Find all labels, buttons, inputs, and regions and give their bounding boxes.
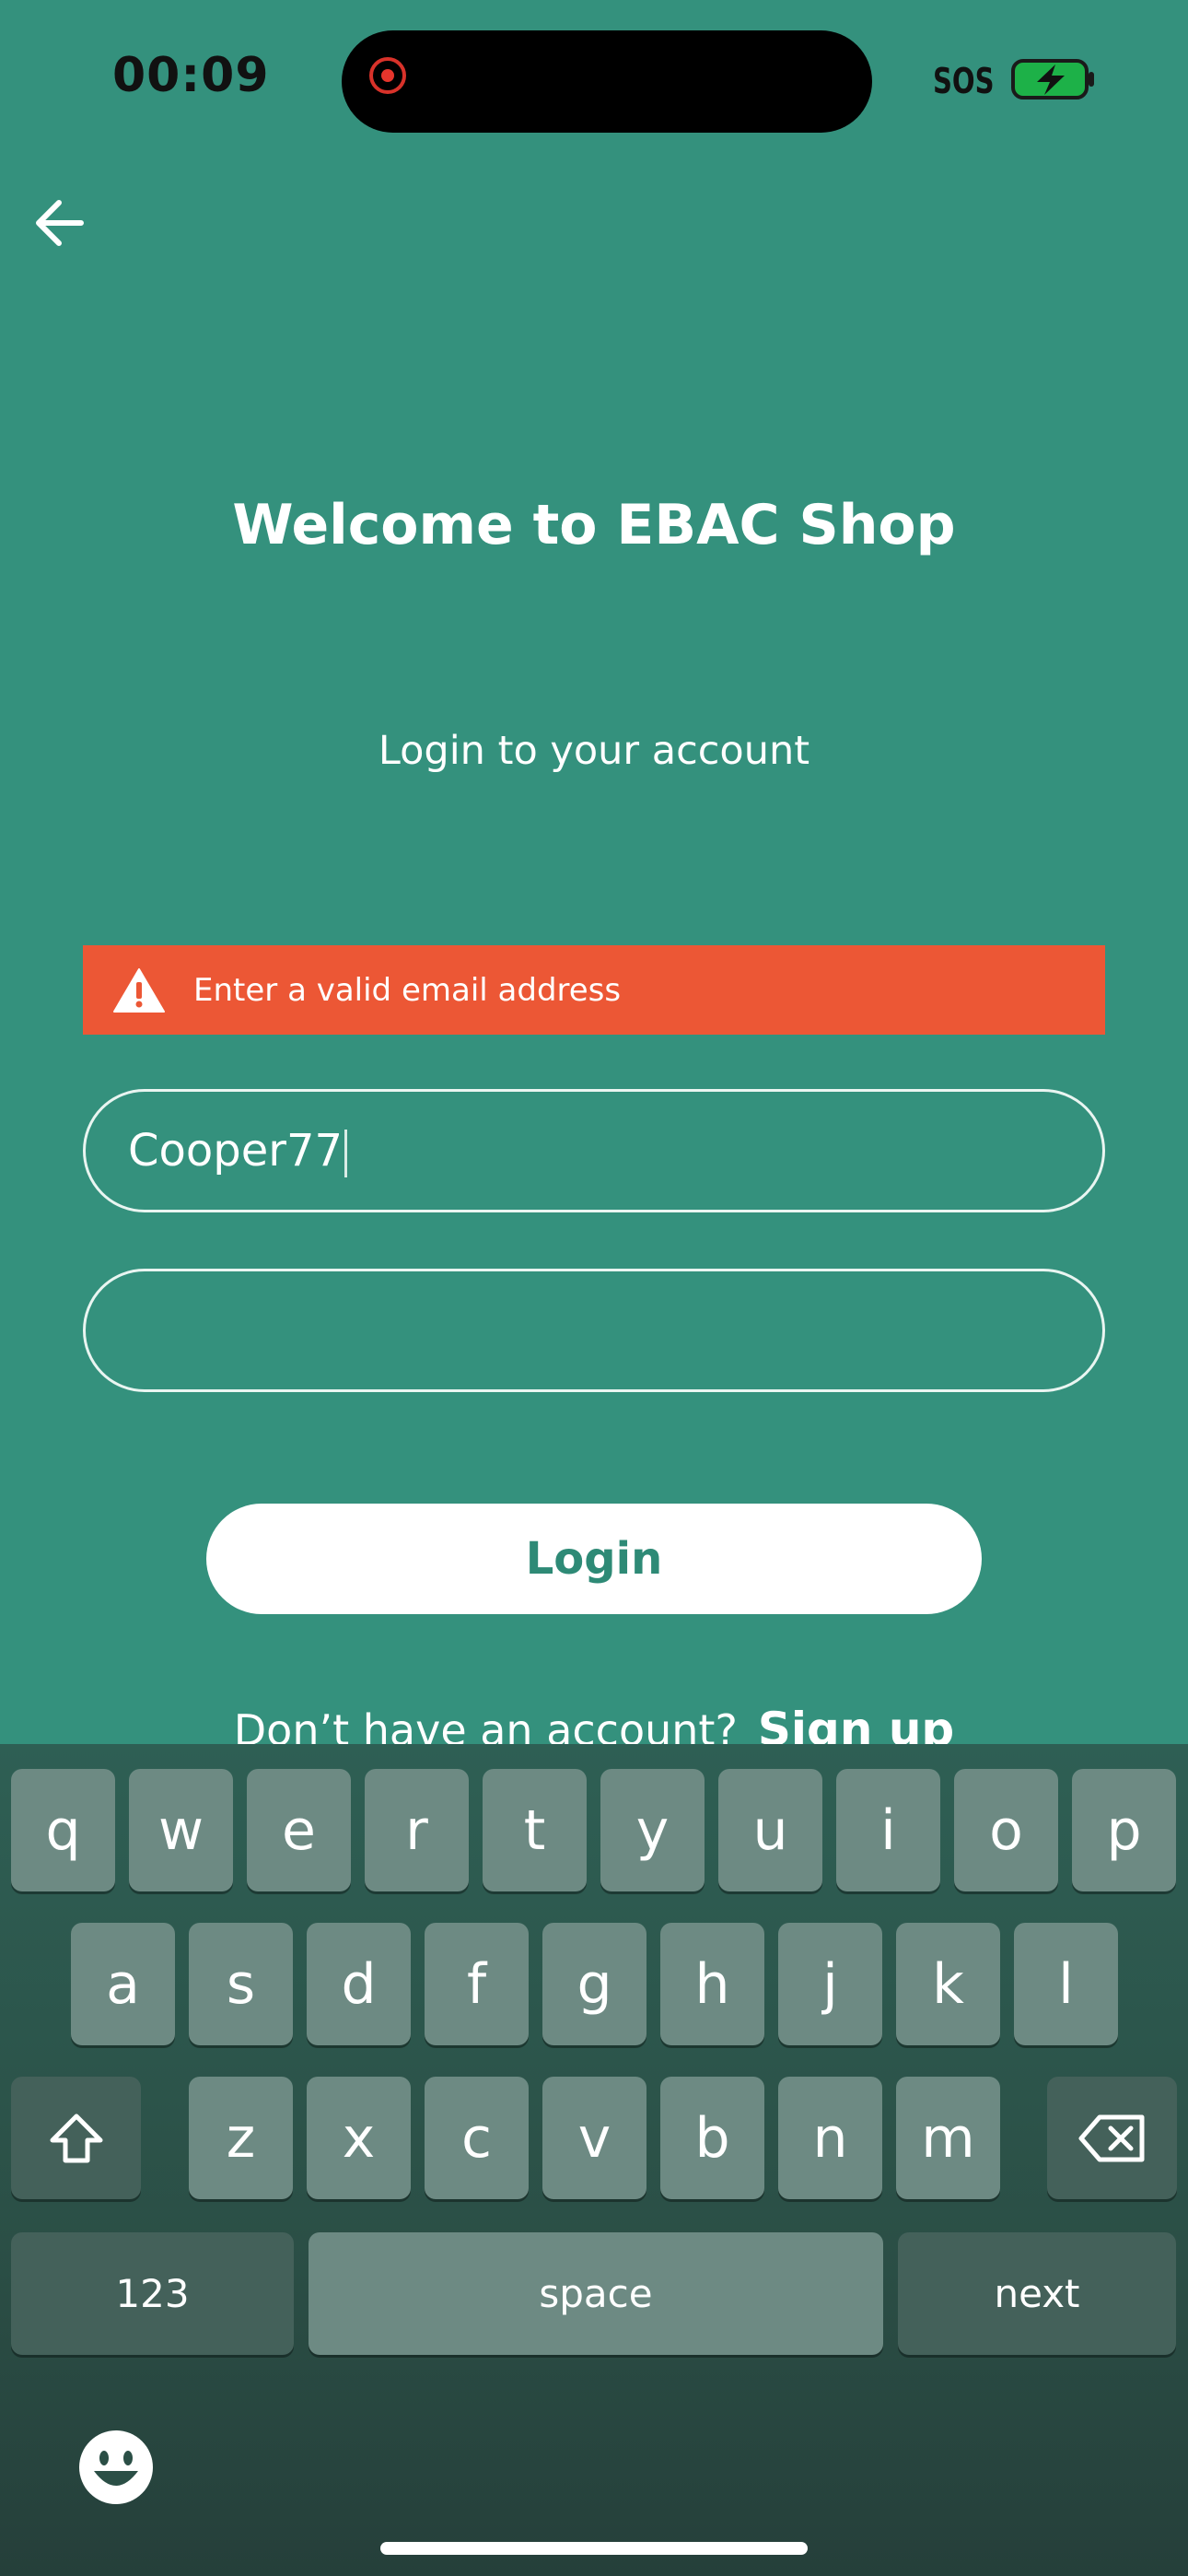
page-subtitle: Login to your account (378, 728, 810, 774)
key-a[interactable]: a (71, 1923, 175, 2045)
key-z[interactable]: z (189, 2077, 293, 2199)
text-caret (344, 1129, 348, 1177)
key-c[interactable]: c (425, 2077, 529, 2199)
key-k[interactable]: k (896, 1923, 1000, 2045)
dynamic-island (342, 30, 872, 133)
numbers-key[interactable]: 123 (11, 2232, 294, 2355)
shift-icon (50, 2113, 102, 2162)
space-key[interactable]: space (309, 2232, 883, 2355)
keyboard: q w e r t y u i o p a s d f g h j k l z … (0, 1744, 1188, 2576)
login-button[interactable]: Login (206, 1504, 982, 1614)
battery-charging-icon (1011, 59, 1094, 100)
key-x[interactable]: x (307, 2077, 411, 2199)
shift-key[interactable] (11, 2077, 141, 2199)
email-field[interactable]: Cooper77 (83, 1089, 1105, 1212)
key-t[interactable]: t (483, 1769, 587, 1891)
key-w[interactable]: w (129, 1769, 233, 1891)
key-v[interactable]: v (542, 2077, 646, 2199)
delete-key[interactable] (1047, 2077, 1177, 2199)
key-q[interactable]: q (11, 1769, 115, 1891)
status-time: 00:09 (112, 48, 270, 103)
key-o[interactable]: o (954, 1769, 1058, 1891)
arrow-left-icon[interactable] (33, 195, 88, 251)
key-h[interactable]: h (660, 1923, 764, 2045)
email-value: Cooper77 (128, 1125, 348, 1177)
key-j[interactable]: j (778, 1923, 882, 2045)
key-i[interactable]: i (836, 1769, 940, 1891)
key-f[interactable]: f (425, 1923, 529, 2045)
key-u[interactable]: u (718, 1769, 822, 1891)
key-d[interactable]: d (307, 1923, 411, 2045)
password-field[interactable] (83, 1269, 1105, 1392)
key-y[interactable]: y (600, 1769, 705, 1891)
warning-triangle-icon (113, 967, 165, 1013)
backspace-icon (1078, 2114, 1144, 2161)
error-banner: Enter a valid email address (83, 945, 1105, 1035)
status-sos: SOS (933, 61, 995, 101)
page-title: Welcome to EBAC Shop (232, 493, 956, 557)
next-key[interactable]: next (898, 2232, 1176, 2355)
recording-indicator-icon (369, 57, 406, 94)
emoji-icon[interactable] (77, 2429, 155, 2506)
key-n[interactable]: n (778, 2077, 882, 2199)
key-r[interactable]: r (365, 1769, 469, 1891)
key-m[interactable]: m (896, 2077, 1000, 2199)
key-b[interactable]: b (660, 2077, 764, 2199)
key-s[interactable]: s (189, 1923, 293, 2045)
key-e[interactable]: e (247, 1769, 351, 1891)
key-g[interactable]: g (542, 1923, 646, 2045)
home-indicator[interactable] (380, 2542, 808, 2555)
error-message: Enter a valid email address (193, 971, 622, 1009)
key-p[interactable]: p (1072, 1769, 1176, 1891)
key-l[interactable]: l (1014, 1923, 1118, 2045)
